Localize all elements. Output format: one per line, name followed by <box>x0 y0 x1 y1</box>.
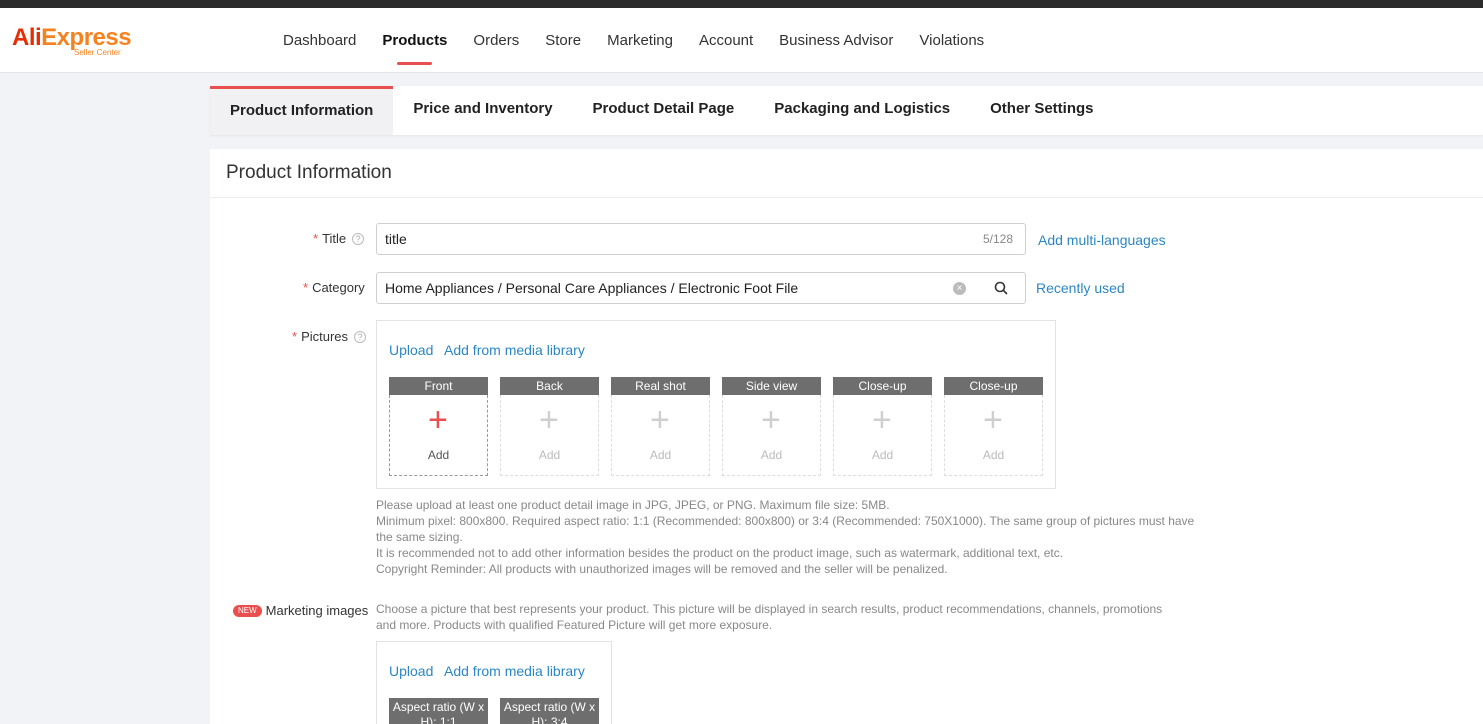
nav-store[interactable]: Store <box>545 8 581 73</box>
app-header: AliExpress Seller Center Dashboard Produ… <box>0 8 1483 73</box>
slot-drop-area[interactable]: + Add <box>500 395 599 476</box>
nav-account[interactable]: Account <box>699 8 753 73</box>
tab-product-detail-page[interactable]: Product Detail Page <box>573 86 755 135</box>
upload-link[interactable]: Upload <box>389 342 433 358</box>
slot-add-text: Add <box>760 448 783 462</box>
top-strip <box>0 0 1483 8</box>
marketing-slot-1x1[interactable]: Aspect ratio (W x H): 1:1 <box>389 698 488 724</box>
help-icon[interactable]: ? <box>352 233 365 245</box>
upload-link[interactable]: Upload <box>389 663 433 679</box>
main-nav: Dashboard Products Orders Store Marketin… <box>283 8 1010 73</box>
required-asterisk: * <box>292 329 298 344</box>
category-label-text: Category <box>312 280 365 295</box>
pictures-label-text: Pictures <box>301 329 349 344</box>
slot-label: Front <box>389 377 488 395</box>
section-title: Product Information <box>210 149 1483 198</box>
plus-icon: + <box>539 401 559 439</box>
nav-orders[interactable]: Orders <box>473 8 519 73</box>
nav-products[interactable]: Products <box>382 8 447 73</box>
hint-line: Minimum pixel: 800x800. Required aspect … <box>376 514 1195 544</box>
category-input[interactable]: Home Appliances / Personal Care Applianc… <box>376 272 977 304</box>
hint-line: Copyright Reminder: All products with un… <box>376 562 948 576</box>
plus-icon: + <box>428 401 448 439</box>
category-value: Home Appliances / Personal Care Applianc… <box>385 280 799 296</box>
logo-wordmark: AliExpress <box>12 24 132 51</box>
search-icon <box>994 281 1008 295</box>
picture-slot-real-shot[interactable]: Real shot + Add <box>611 377 710 476</box>
slot-add-text: Add <box>427 448 450 462</box>
plus-icon: + <box>983 401 1003 439</box>
marketing-images-hint: Choose a picture that best represents yo… <box>376 602 1163 632</box>
slot-label: Back <box>500 377 599 395</box>
slot-add-text: Add <box>538 448 561 462</box>
title-input[interactable]: title 5/128 <box>376 223 1026 255</box>
plus-icon: + <box>872 401 892 439</box>
tab-price-and-inventory[interactable]: Price and Inventory <box>393 86 572 135</box>
required-asterisk: * <box>303 280 309 295</box>
slot-label: Side view <box>722 377 821 395</box>
nav-violations[interactable]: Violations <box>919 8 984 73</box>
add-multi-languages-link[interactable]: Add multi-languages <box>1038 232 1166 248</box>
slot-drop-area[interactable]: + Add <box>611 395 710 476</box>
hint-line: Please upload at least one product detai… <box>376 498 890 512</box>
slot-drop-area[interactable]: + Add <box>833 395 932 476</box>
marketing-images-label: NEW Marketing images <box>233 603 368 618</box>
picture-slot-close-up[interactable]: Close-up + Add <box>833 377 932 476</box>
nav-dashboard[interactable]: Dashboard <box>283 8 356 73</box>
plus-icon: + <box>650 401 670 439</box>
slot-add-text: Add <box>982 448 1005 462</box>
required-asterisk: * <box>313 231 319 246</box>
nav-business-advisor[interactable]: Business Advisor <box>779 8 893 73</box>
category-label: * Category <box>303 280 365 295</box>
tab-other-settings[interactable]: Other Settings <box>970 86 1113 135</box>
tab-packaging-and-logistics[interactable]: Packaging and Logistics <box>754 86 970 135</box>
slot-label: Close-up <box>833 377 932 395</box>
logo-express: Express <box>41 24 132 51</box>
tab-product-information[interactable]: Product Information <box>210 86 394 135</box>
marketing-images-upload-box: Upload Add from media library Aspect rat… <box>376 641 612 724</box>
help-icon[interactable]: ? <box>354 331 367 343</box>
marketing-slot-3x4[interactable]: Aspect ratio (W x H): 3:4 <box>500 698 599 724</box>
pictures-hint: Please upload at least one product detai… <box>376 497 1206 577</box>
slot-add-text: Add <box>871 448 894 462</box>
slot-drop-area[interactable]: + Add <box>944 395 1043 476</box>
pictures-label: * Pictures? <box>292 329 367 344</box>
new-badge: NEW <box>233 605 262 617</box>
picture-slot-close-up-2[interactable]: Close-up + Add <box>944 377 1043 476</box>
hint-line: It is recommended not to add other infor… <box>376 546 1064 560</box>
picture-slot-side-view[interactable]: Side view + Add <box>722 377 821 476</box>
title-char-counter: 5/128 <box>982 232 1013 246</box>
add-from-media-library-link[interactable]: Add from media library <box>444 663 585 679</box>
plus-icon: + <box>761 401 781 439</box>
slot-add-text: Add <box>649 448 672 462</box>
slot-drop-area[interactable]: + Add <box>389 395 488 476</box>
picture-slot-back[interactable]: Back + Add <box>500 377 599 476</box>
aliexpress-logo[interactable]: AliExpress Seller Center <box>12 24 132 58</box>
slot-label: Close-up <box>944 377 1043 395</box>
marketing-images-label-text: Marketing images <box>265 603 369 618</box>
recently-used-link[interactable]: Recently used <box>1036 280 1125 296</box>
picture-slot-front[interactable]: Front + Add <box>389 377 488 476</box>
add-from-media-library-link[interactable]: Add from media library <box>444 342 585 358</box>
clear-icon[interactable]: × <box>953 282 966 295</box>
slot-drop-area[interactable]: + Add <box>722 395 821 476</box>
nav-marketing[interactable]: Marketing <box>607 8 673 73</box>
category-search-button[interactable] <box>976 272 1026 304</box>
title-label: * Title? <box>313 231 365 246</box>
title-label-text: Title <box>322 231 347 246</box>
slot-label: Real shot <box>611 377 710 395</box>
pictures-upload-box: Upload Add from media library Front + Ad… <box>376 320 1056 489</box>
section-tabs: Product Information Price and Inventory … <box>210 86 1483 135</box>
logo-subtitle: Seller Center <box>74 48 121 57</box>
logo-ali: Ali <box>12 24 42 51</box>
title-value: title <box>385 231 407 247</box>
